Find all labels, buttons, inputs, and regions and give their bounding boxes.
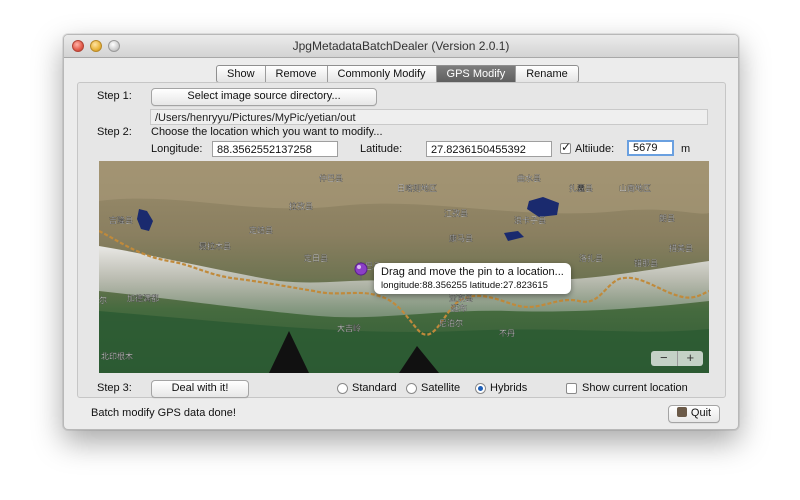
step3-label: Step 3: [97, 382, 132, 394]
zoom-out-button[interactable]: − [651, 351, 678, 366]
status-text: Batch modify GPS data done! [91, 407, 236, 419]
map-place-label: 江孜县 [444, 208, 468, 218]
source-path-field: /Users/henryyu/Pictures/MyPic/yetian/out [150, 109, 708, 125]
map-place-label: 大吉岭 [337, 323, 361, 333]
show-location-label: Show current location [582, 382, 688, 394]
map-place-label: 不丹 [499, 329, 515, 338]
map-type-satellite-radio[interactable] [406, 383, 417, 394]
map-place-label: 加德满都 [127, 293, 159, 303]
tab-rename[interactable]: Rename [516, 66, 578, 82]
location-pin-icon[interactable] [354, 262, 368, 276]
map-place-label: 北印根木 [101, 351, 133, 361]
pin-highlight [357, 265, 361, 269]
select-directory-button[interactable]: Select image source directory... [151, 88, 377, 106]
map-type-hybrids-radio[interactable] [475, 383, 486, 394]
map-type-standard-radio[interactable] [337, 383, 348, 394]
deal-with-it-button[interactable]: Deal with it! [151, 380, 249, 398]
tab-show[interactable]: Show [217, 66, 266, 82]
map-place-label: 浪卡子县 [514, 215, 546, 225]
quit-button[interactable]: Quit [668, 405, 720, 423]
altitude-unit: m [681, 143, 691, 155]
zoom-control: − + [651, 351, 703, 366]
step2-label: Step 2: [97, 126, 132, 138]
map-place-label: 曲水县 [517, 173, 541, 183]
map-place-label: 仲巴县 [319, 173, 343, 183]
tooltip-coordinates: longitude:88.356255 latitude:27.823615 [381, 280, 548, 291]
map-place-label: 聂拉木县 [199, 241, 231, 251]
altitude-checkbox[interactable]: ✓ [560, 140, 572, 154]
quit-app-icon [676, 407, 687, 417]
pin-tooltip: Drag and move the pin to a location... l… [374, 263, 571, 294]
map-place-label: 措美县 [669, 243, 693, 253]
altitude-label: Altiiude: [575, 143, 615, 155]
app-window: JpgMetadataBatchDealer (Version 2.0.1) S… [63, 34, 739, 430]
zoom-in-button[interactable]: + [678, 351, 704, 366]
map-place-label: 康马县 [449, 233, 473, 243]
tooltip-instruction: Drag and move the pin to a location... [381, 266, 564, 278]
map-place-label: 尔 [99, 295, 107, 305]
map-place-label: 错那县 [634, 258, 658, 268]
map-type-hybrids-label: Hybrids [490, 382, 528, 394]
map-place-label: 拉孜县 [289, 201, 313, 211]
latitude-label: Latitude: [360, 143, 403, 155]
map-place-label: 山南地区 [619, 183, 651, 193]
map-place-label: 廷布 [451, 303, 467, 313]
map-place-label: 洛扎县 [579, 253, 603, 263]
step1-label: Step 1: [97, 90, 132, 102]
step2-instruction: Choose the location which you want to mo… [151, 126, 383, 138]
map-place-label: 定日县 [304, 253, 328, 263]
altitude-input[interactable]: 5679 [627, 140, 674, 156]
tab-remove[interactable]: Remove [266, 66, 328, 82]
map-place-label: 亚东县 [449, 293, 473, 303]
map-type-satellite-label: Satellite [421, 382, 461, 394]
longitude-input[interactable]: 88.3562552137258 [212, 141, 338, 157]
tab-bar: Show Remove Commonly Modify GPS Modify R… [216, 65, 579, 83]
map-place-label: 定结县 [249, 225, 273, 235]
map-place-label: 扎囊县 [569, 183, 593, 193]
quit-button-label: Quit [690, 407, 712, 419]
map-type-standard-label: Standard [352, 382, 397, 394]
map-place-label: 尼泊尔 [439, 318, 463, 328]
show-location-checkbox[interactable] [566, 383, 577, 394]
checkmark-icon: ✓ [561, 140, 572, 154]
title-bar: JpgMetadataBatchDealer (Version 2.0.1) [64, 35, 738, 58]
map-place-label: 朗县 [659, 213, 675, 223]
satellite-map[interactable]: 日喀则地区 曲水县 扎囊县 山南地区 拉孜县 江孜县 康马县 洛扎县 浪卡子县 … [99, 161, 709, 373]
longitude-label: Longitude: [151, 143, 203, 155]
latitude-input[interactable]: 27.8236150455392 [426, 141, 552, 157]
map-place-label: 吉隆县 [109, 215, 133, 225]
map-place-label: 日喀则地区 [397, 183, 437, 193]
tab-commonly-modify[interactable]: Commonly Modify [328, 66, 437, 82]
window-title: JpgMetadataBatchDealer (Version 2.0.1) [292, 39, 510, 53]
tab-gps-modify[interactable]: GPS Modify [436, 66, 517, 82]
